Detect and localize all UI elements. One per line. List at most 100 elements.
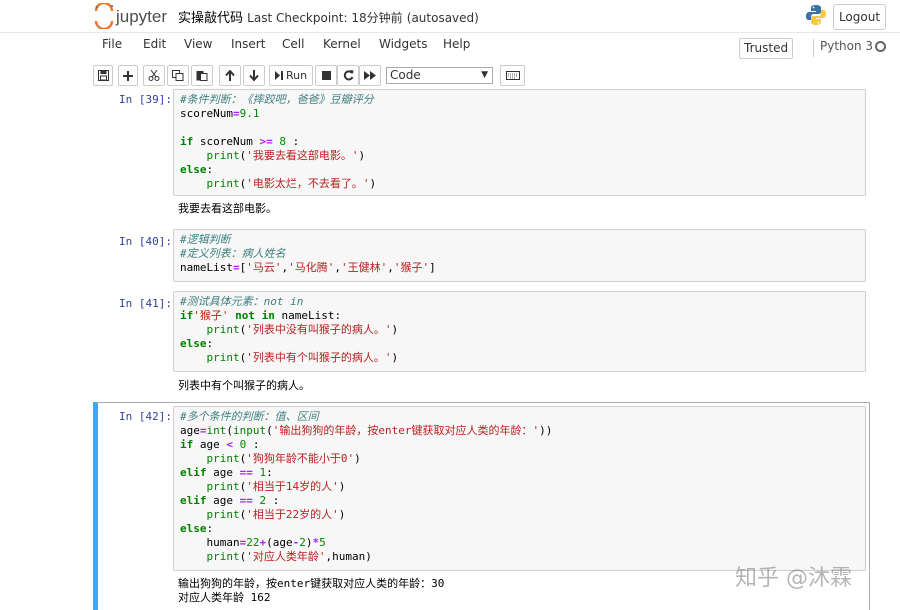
command-palette-button[interactable]: [500, 65, 525, 86]
code-editor[interactable]: #多个条件的判断：值、区间 age=int(input('输出狗狗的年龄，按ent…: [180, 410, 859, 564]
code-token: )): [539, 424, 553, 437]
code-input-area[interactable]: #测试具体元素：not in if'猴子' not in nameList: pr…: [173, 291, 866, 372]
output-text: 我要去看这部电影。: [178, 202, 277, 215]
paste-button[interactable]: [191, 65, 213, 86]
code-line[interactable]: else:: [180, 522, 859, 536]
code-line[interactable]: #多个条件的判断：值、区间: [180, 410, 859, 424]
cell-type-select[interactable]: Code ▼: [386, 67, 493, 84]
code-editor[interactable]: #逻辑判断 #定义列表：病人姓名 nameList=['马云','马化腾','王健林…: [180, 233, 859, 275]
save-icon: [97, 70, 109, 81]
code-editor[interactable]: #条件判断：《摔跤吧，爸爸》豆瓣评分 scoreNum=9.1 if scoreNu…: [180, 93, 859, 191]
code-token: :: [206, 163, 214, 176]
code-token: 8: [279, 135, 286, 148]
code-line[interactable]: human=22+(age-2)*5: [180, 536, 859, 550]
code-line[interactable]: if scoreNum >= 8 :: [180, 135, 859, 149]
code-token: #条件判断：《摔跤吧，爸爸》豆瓣评分: [180, 93, 374, 106]
code-line[interactable]: else:: [180, 337, 859, 351]
code-token: ==: [239, 494, 253, 507]
code-line[interactable]: print('我要去看这部电影。'): [180, 149, 859, 163]
code-token: :: [285, 135, 300, 148]
code-input-area[interactable]: #多个条件的判断：值、区间 age=int(input('输出狗狗的年龄，按ent…: [173, 406, 866, 571]
code-cell[interactable]: In [39]: #条件判断：《摔跤吧，爸爸》豆瓣评分 scoreNum=9.1 i…: [93, 89, 870, 221]
code-cell[interactable]: In [40]: #逻辑判断 #定义列表：病人姓名 nameList=['马云','…: [93, 229, 870, 284]
menu-cell[interactable]: Cell: [282, 37, 304, 51]
restart-run-all-button[interactable]: [359, 65, 381, 86]
code-token: age: [206, 494, 240, 507]
arrow-down-icon: [249, 70, 259, 81]
jupyter-logo[interactable]: jupyter: [93, 3, 173, 29]
python-logo-icon: [806, 5, 826, 25]
code-line[interactable]: scoreNum=9.1: [180, 107, 859, 121]
code-line[interactable]: if'猴子' not in nameList:: [180, 309, 859, 323]
code-token: else: [180, 522, 207, 535]
code-editor[interactable]: #测试具体元素：not in if'猴子' not in nameList: pr…: [180, 295, 859, 365]
menu-view[interactable]: View: [184, 37, 212, 51]
menu-help[interactable]: Help: [443, 37, 470, 51]
code-token: ,: [334, 261, 341, 274]
code-line[interactable]: age=int(input('输出狗狗的年龄，按enter键获取对应人类的年龄：…: [180, 424, 859, 438]
code-line[interactable]: elif age == 1:: [180, 466, 859, 480]
code-line[interactable]: if age < 0 :: [180, 438, 859, 452]
save-button[interactable]: [93, 65, 113, 86]
code-token: ): [391, 323, 399, 336]
menubar: File Edit View Insert Cell Kernel Widget…: [93, 34, 891, 63]
code-line[interactable]: print('列表中有个叫猴子的病人。'): [180, 351, 859, 365]
code-line[interactable]: #条件判断：《摔跤吧，爸爸》豆瓣评分: [180, 93, 859, 107]
code-line[interactable]: print('狗狗年龄不能小于0'): [180, 452, 859, 466]
code-line[interactable]: else:: [180, 163, 859, 177]
input-prompt: In [40]:: [119, 235, 172, 248]
autosave-status: (autosaved): [406, 11, 479, 25]
code-token: in: [261, 309, 275, 322]
move-up-button[interactable]: [219, 65, 241, 86]
refresh-icon: [343, 70, 353, 81]
svg-text:jupyter: jupyter: [115, 7, 167, 26]
code-line[interactable]: elif age == 2 :: [180, 494, 859, 508]
restart-kernel-button[interactable]: [337, 65, 359, 86]
copy-button[interactable]: [167, 65, 189, 86]
menu-kernel[interactable]: Kernel: [323, 37, 361, 51]
menu-file[interactable]: File: [102, 37, 122, 51]
code-cell[interactable]: In [41]: #测试具体元素：not in if'猴子' not in nam…: [93, 291, 870, 396]
code-token: elif: [180, 494, 207, 507]
trusted-indicator[interactable]: Trusted: [739, 38, 794, 59]
interrupt-kernel-button[interactable]: [315, 65, 337, 86]
cut-button[interactable]: [143, 65, 165, 86]
code-token: 2: [299, 536, 306, 549]
code-input-area[interactable]: #逻辑判断 #定义列表：病人姓名 nameList=['马云','马化腾','王健林…: [173, 229, 866, 282]
menu-insert[interactable]: Insert: [231, 37, 265, 51]
code-line[interactable]: #测试具体元素：not in: [180, 295, 859, 309]
code-token: print: [206, 177, 240, 190]
code-token: age: [193, 438, 227, 451]
code-token: ): [369, 177, 377, 190]
code-token: :: [266, 494, 280, 507]
run-button[interactable]: Run: [269, 65, 313, 86]
logout-button[interactable]: Logout: [833, 4, 886, 30]
code-token: input: [233, 424, 267, 437]
code-line[interactable]: [180, 121, 859, 135]
code-token: print: [206, 323, 240, 336]
code-line[interactable]: print('列表中没有叫猴子的病人。'): [180, 323, 859, 337]
code-line[interactable]: #逻辑判断: [180, 233, 859, 247]
notebook-container[interactable]: In [39]: #条件判断：《摔跤吧，爸爸》豆瓣评分 scoreNum=9.1 i…: [0, 89, 900, 610]
code-input-area[interactable]: #条件判断：《摔跤吧，爸爸》豆瓣评分 scoreNum=9.1 if scoreNu…: [173, 89, 866, 196]
code-line[interactable]: print('相当于14岁的人'): [180, 480, 859, 494]
code-line[interactable]: nameList=['马云','马化腾','王健林','猴子']: [180, 261, 859, 275]
notebook-name[interactable]: 实操敲代码: [178, 11, 243, 26]
copy-icon: [172, 70, 184, 81]
code-line[interactable]: print('电影太烂，不去看了。'): [180, 177, 859, 191]
code-token: '马化腾': [288, 261, 335, 274]
insert-cell-button[interactable]: [118, 65, 138, 86]
code-token: (age: [266, 536, 293, 549]
menu-edit[interactable]: Edit: [143, 37, 166, 51]
move-down-button[interactable]: [243, 65, 265, 86]
menu-widgets[interactable]: Widgets: [379, 37, 428, 51]
code-line[interactable]: #定义列表：病人姓名: [180, 247, 859, 261]
notebook-title[interactable]: 实操敲代码 Last Checkpoint: 18分钟前 (autosaved): [178, 7, 479, 26]
code-line[interactable]: print('相当于22岁的人'): [180, 508, 859, 522]
